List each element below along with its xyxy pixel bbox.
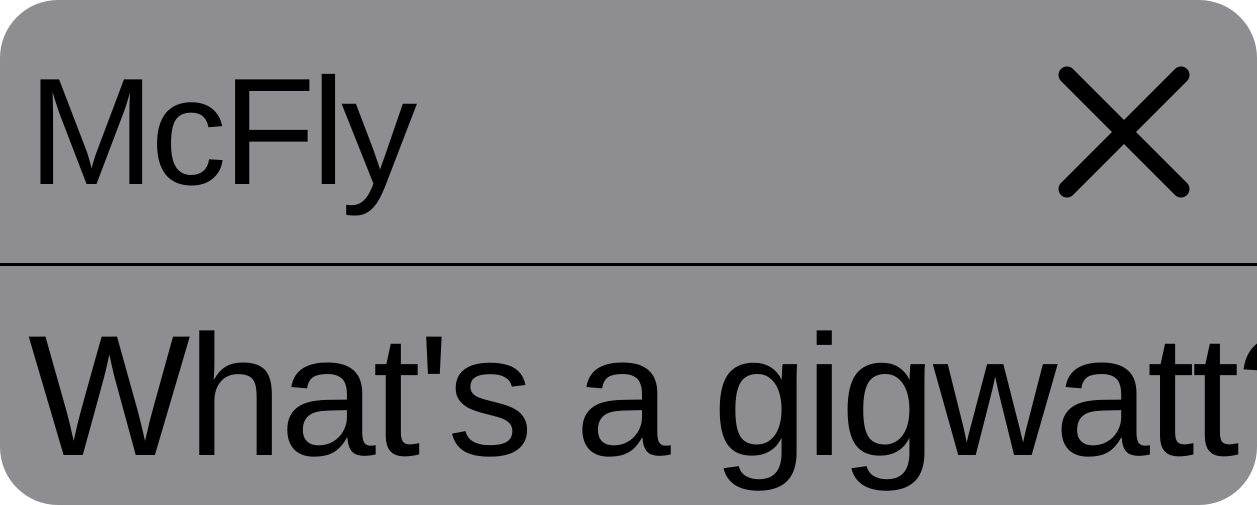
sender-title: McFly — [28, 47, 417, 217]
divider — [0, 263, 1257, 266]
message-text: What's a gigwatt? — [28, 300, 1257, 492]
close-button[interactable] — [1048, 58, 1202, 208]
card-header: McFly — [0, 0, 1257, 264]
close-icon — [1058, 66, 1190, 198]
message-card: McFly What's a gigwatt? — [0, 0, 1257, 505]
